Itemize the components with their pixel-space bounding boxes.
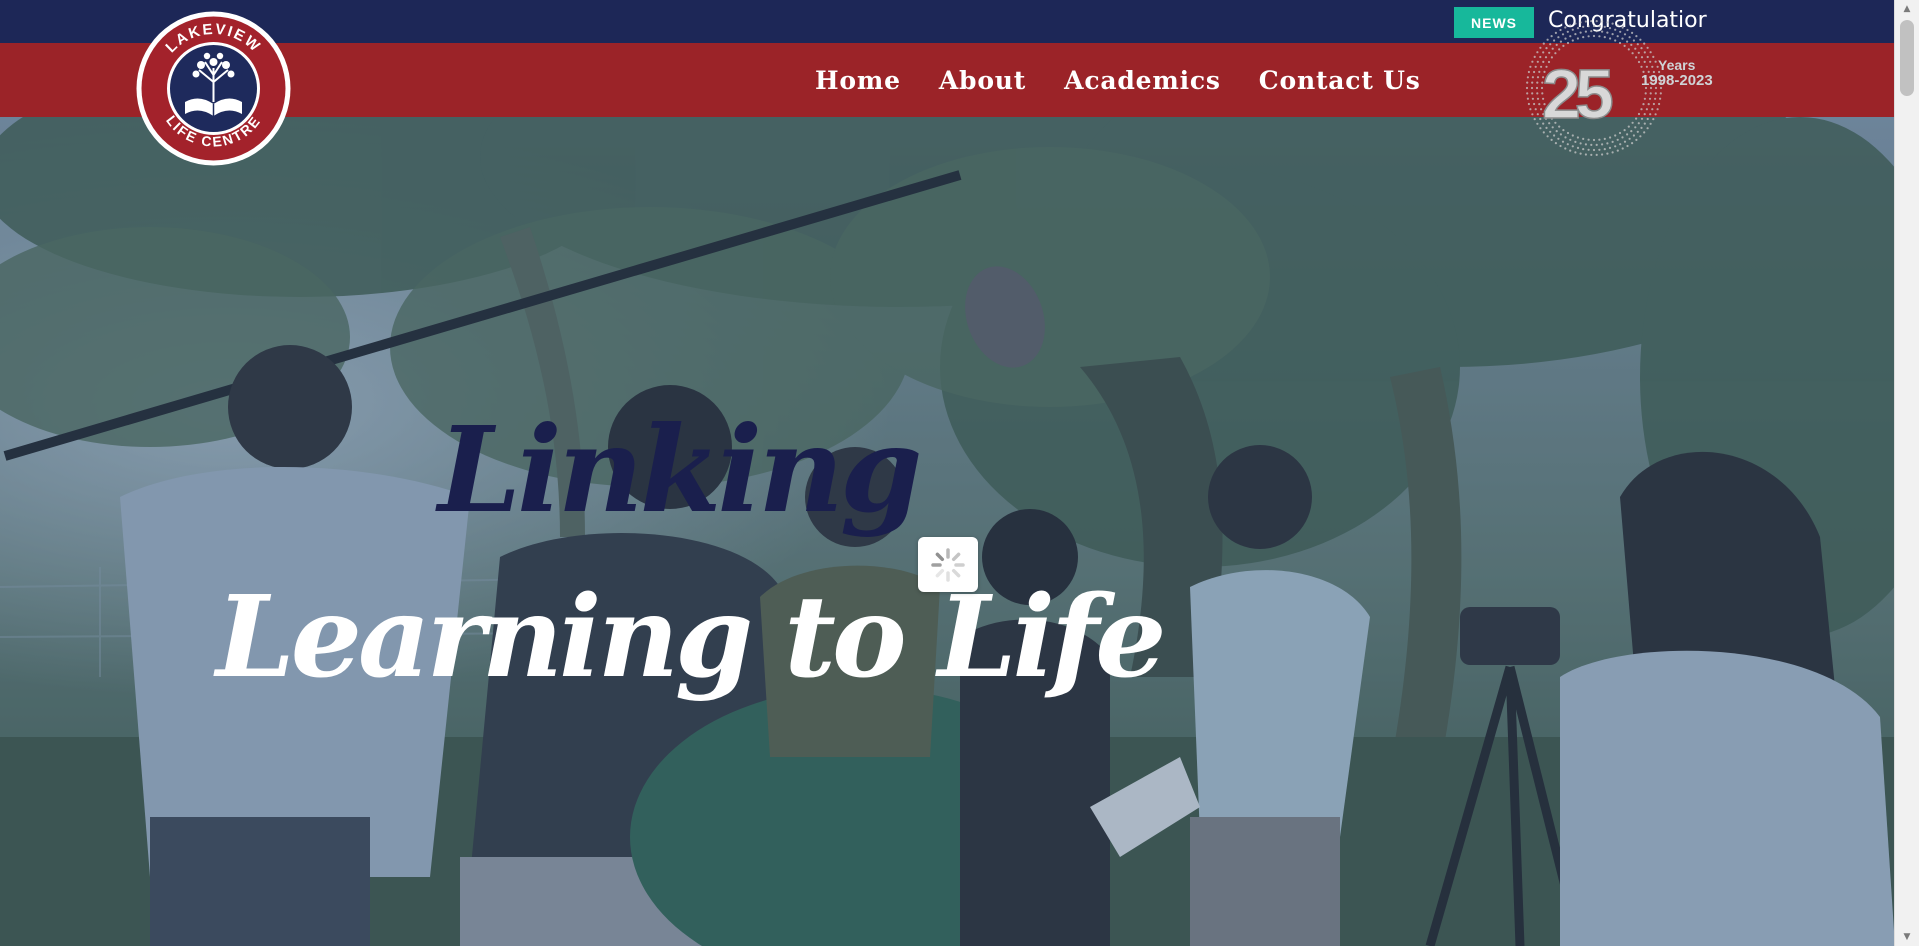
nav-menu: Home About Academics Contact Us <box>815 43 1459 117</box>
book-tree-emblem-icon: LAKEVIEW LIFE CENTRE <box>136 11 291 166</box>
anniversary-badge: 25 Years 1998-2023 <box>1522 17 1732 159</box>
hero-photo <box>0 117 1895 946</box>
page: Linking Learning to Life NEWS Congratula… <box>0 0 1895 946</box>
hero-headline-line2: Learning to Life <box>216 572 1166 703</box>
hero-headline-line1: Linking <box>438 400 922 539</box>
chevron-down-icon[interactable]: ▼ <box>1895 928 1919 946</box>
nav-item-about[interactable]: About <box>939 66 1026 95</box>
anniversary-years-label: Years <box>1658 57 1696 73</box>
anniversary-number: 25 <box>1542 55 1612 133</box>
school-logo[interactable]: LAKEVIEW LIFE CENTRE <box>135 10 292 167</box>
nav-item-academics[interactable]: Academics <box>1064 66 1221 95</box>
loading-spinner <box>918 537 978 592</box>
scrollbar-thumb[interactable] <box>1900 20 1914 96</box>
anniversary-range: 1998-2023 <box>1641 72 1713 89</box>
chevron-up-icon[interactable]: ▲ <box>1895 0 1919 18</box>
nav-item-home[interactable]: Home <box>815 66 901 95</box>
page-scrollbar[interactable]: ▲ ▼ <box>1894 0 1919 946</box>
spinner-icon <box>931 547 965 582</box>
hero-banner <box>0 117 1895 946</box>
nav-item-contact-us[interactable]: Contact Us <box>1259 66 1421 95</box>
